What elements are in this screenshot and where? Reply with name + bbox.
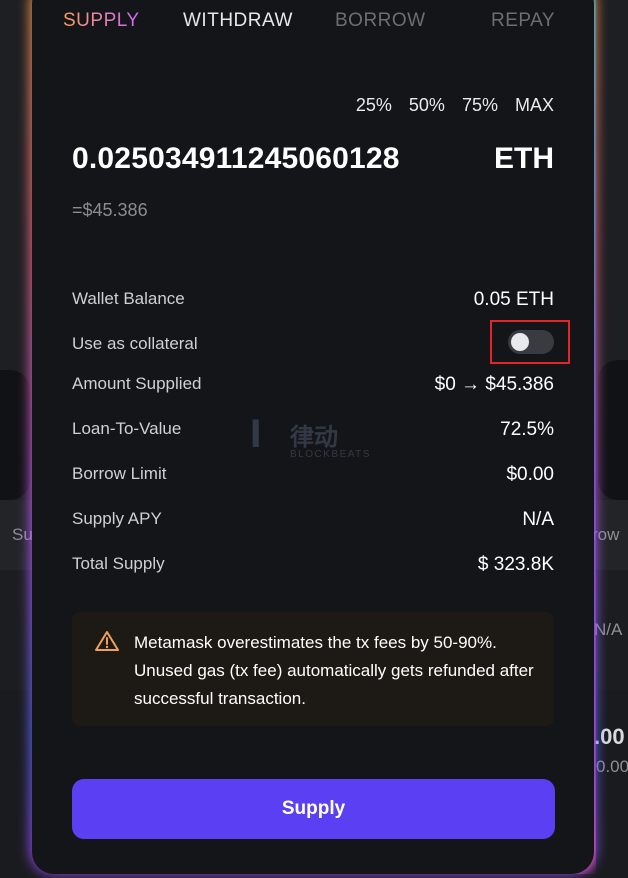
tab-supply[interactable]: SUPPLY (63, 10, 140, 32)
percent-options: 25% 50% 75% MAX (344, 95, 554, 116)
annotation-highlight-box (490, 320, 570, 364)
background-column-label: row (592, 525, 620, 544)
detail-value: $0 → $45.386 (434, 374, 554, 395)
detail-label: Borrow Limit (72, 464, 167, 483)
detail-row-total-supply: Total Supply $ 323.8K (72, 554, 554, 578)
background-cell-value: 0.00 (596, 757, 628, 776)
detail-label: Use as collateral (72, 334, 198, 353)
watermark-cn-text: 律动 (290, 424, 338, 451)
detail-row-supply-apy: Supply APY N/A (72, 509, 554, 533)
gas-warning-box: Metamask overestimates the tx fees by 50… (72, 612, 554, 726)
tab-repay[interactable]: REPAY (491, 10, 555, 32)
action-tabs: SUPPLY WITHDRAW BORROW REPAY (0, 10, 628, 34)
detail-label: Supply APY (72, 509, 162, 528)
asset-symbol: ETH (494, 142, 554, 175)
detail-value: $0.00 (506, 464, 554, 485)
detail-row-collateral: Use as collateral (72, 330, 554, 358)
background-shape (0, 370, 30, 500)
blockbeats-watermark: ||| 律动 BLOCKBEATS (250, 415, 390, 465)
detail-value: N/A (522, 509, 554, 530)
detail-label: Wallet Balance (72, 289, 185, 308)
detail-value: 0.05 ETH (473, 289, 554, 310)
detail-row-borrow-limit: Borrow Limit $0.00 (72, 464, 554, 488)
watermark-logo-icon: ||| (250, 415, 262, 448)
watermark-en-text: BLOCKBEATS (290, 449, 371, 460)
percent-75-button[interactable]: 75% (462, 95, 498, 115)
background-cell-value: N/A (594, 620, 623, 639)
background-shape (598, 360, 628, 500)
percent-25-button[interactable]: 25% (356, 95, 392, 115)
detail-label: Total Supply (72, 554, 165, 573)
detail-row-wallet-balance: Wallet Balance 0.05 ETH (72, 289, 554, 313)
max-button[interactable]: MAX (515, 95, 554, 115)
warning-triangle-icon (95, 631, 119, 651)
detail-label: Loan-To-Value (72, 419, 182, 438)
tab-borrow[interactable]: BORROW (335, 10, 426, 32)
tab-withdraw[interactable]: WITHDRAW (183, 10, 293, 32)
detail-value: $ 323.8K (477, 554, 554, 575)
usd-equivalent: =$45.386 (72, 200, 148, 220)
detail-label: Amount Supplied (72, 374, 202, 393)
amount-input[interactable]: 0.025034911245060128 (72, 142, 400, 176)
detail-value: 72.5% (500, 419, 554, 440)
percent-50-button[interactable]: 50% (409, 95, 445, 115)
background-cell-value: .00 (594, 724, 625, 749)
supply-button[interactable]: Supply (72, 779, 555, 839)
detail-row-amount-supplied: Amount Supplied $0 → $45.386 (72, 374, 554, 398)
warning-text: Metamask overestimates the tx fees by 50… (134, 633, 534, 708)
